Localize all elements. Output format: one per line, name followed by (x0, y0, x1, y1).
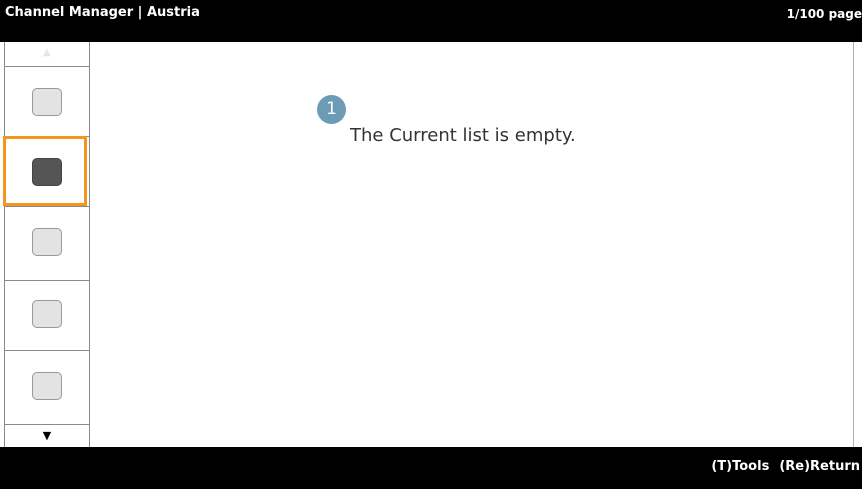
header-bar: Channel Manager | Austria 1/100 page (0, 0, 862, 42)
channel-slot-1[interactable] (5, 66, 89, 137)
channel-slot-5[interactable] (5, 350, 89, 421)
channel-slot-4[interactable] (5, 280, 89, 351)
channel-slot-icon (32, 300, 62, 328)
channel-slot-icon (32, 158, 62, 186)
footer-bar: (T)Tools (Re)Return (0, 447, 862, 489)
content-right-border (853, 42, 854, 447)
page-indicator: 1/100 page (786, 7, 862, 21)
channel-slot-2[interactable] (3, 136, 89, 207)
channel-slot-icon (32, 372, 62, 400)
scroll-down-arrow-icon[interactable]: ▼ (5, 424, 89, 448)
empty-list-message: The Current list is empty. (350, 125, 576, 146)
channel-slot-icon (32, 228, 62, 256)
scroll-up-arrow-icon[interactable]: ▲ (5, 42, 89, 66)
channel-slot-3[interactable] (5, 206, 89, 277)
channel-slot-icon (32, 88, 62, 116)
channel-list-sidebar: ▲ ▼ (3, 42, 90, 448)
step-number-badge: 1 (317, 95, 346, 124)
page-title: Channel Manager | Austria (5, 5, 200, 20)
tools-hint[interactable]: (T)Tools (711, 459, 769, 474)
return-hint[interactable]: (Re)Return (779, 459, 860, 474)
